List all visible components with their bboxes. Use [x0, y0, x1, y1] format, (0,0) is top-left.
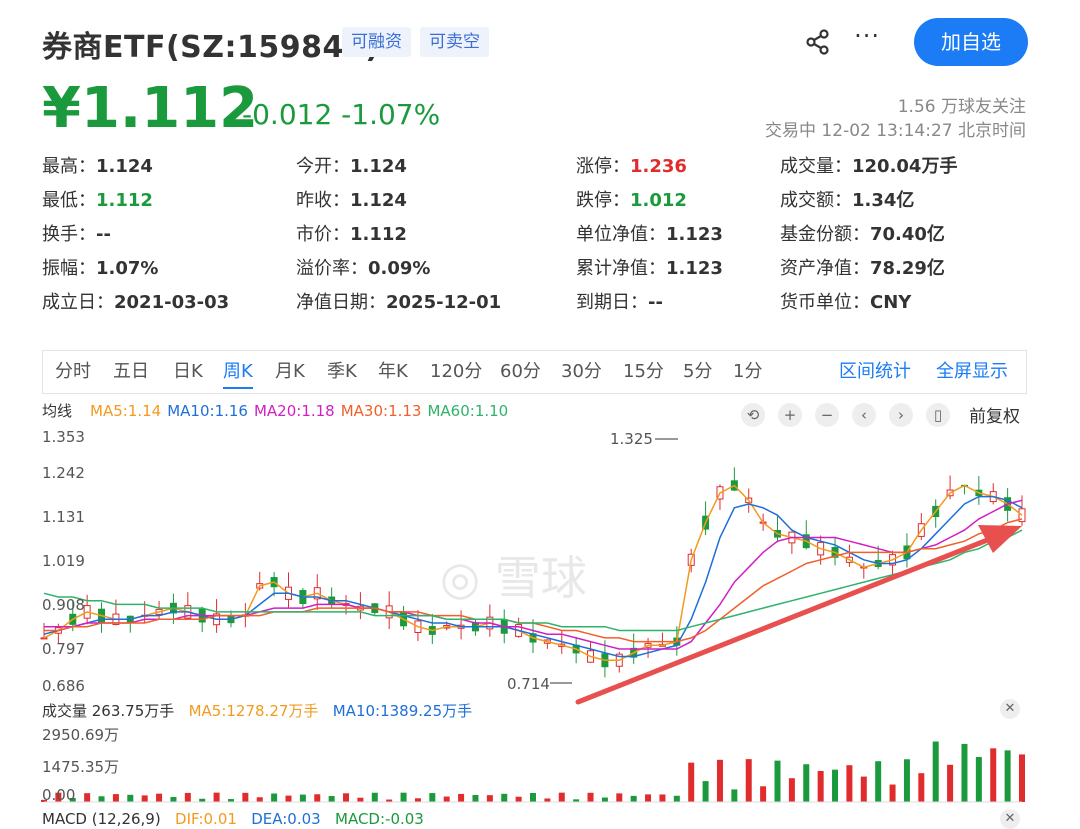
volume-bar: [645, 794, 652, 802]
close-macd-icon[interactable]: ✕: [1000, 809, 1020, 829]
y-tick-label: 0.686: [42, 677, 85, 695]
volume-bar: [544, 798, 551, 802]
volume-bar: [501, 793, 508, 802]
y-tick-label: 1.131: [42, 508, 85, 526]
volume-bar: [702, 781, 709, 802]
volume-bar: [458, 793, 465, 802]
volume-bar: [947, 764, 954, 802]
volume-bar: [990, 748, 997, 802]
y-tick-label: 1.019: [42, 552, 85, 570]
volume-bar: [400, 792, 407, 802]
volume-bar: [429, 793, 436, 802]
volume-bar: [932, 741, 939, 802]
volume-bar: [486, 795, 493, 802]
volume-bar: [659, 794, 666, 802]
volume-bar: [788, 778, 795, 802]
volume-bar: [630, 795, 637, 802]
volume-legend: 成交量 263.75万手 MA5:1278.27万手 MA10:1389.25万…: [42, 700, 472, 721]
volume-bar: [98, 796, 105, 802]
volume-bar: [716, 759, 723, 802]
macd-value: MACD:-0.03: [335, 810, 424, 828]
macd-legend: MACD (12,26,9) DIF:0.01 DEA:0.03 MACD:-0…: [42, 810, 424, 828]
volume-bar: [256, 797, 263, 802]
volume-label: 成交量 263.75万手: [42, 702, 175, 720]
trend-arrow: [575, 534, 998, 705]
volume-bar: [443, 796, 450, 802]
volume-bar: [371, 792, 378, 802]
volume-bar: [558, 792, 565, 802]
volume-bar: [760, 786, 767, 802]
volume-bar: [271, 793, 278, 802]
volume-bar: [299, 794, 306, 802]
volume-bar: [328, 796, 335, 802]
low-annotation: 0.714: [507, 675, 550, 693]
y-tick-label: 1.242: [42, 464, 85, 482]
volume-bar: [285, 795, 292, 802]
macd-dif: DIF:0.01: [175, 810, 237, 828]
volume-bar: [903, 759, 910, 802]
volume-bar: [1004, 750, 1011, 802]
volume-bar: [889, 784, 896, 802]
volume-bar: [314, 794, 321, 802]
y-tick-label: 0.797: [42, 640, 85, 658]
volume-bar: [343, 793, 350, 802]
volume-bar: [616, 793, 623, 802]
volume-bar: [688, 762, 695, 802]
y-tick-label: 0.908: [42, 596, 85, 614]
volume-bar: [918, 773, 925, 802]
volume-bar: [112, 794, 119, 802]
y-tick-label: 1.353: [42, 428, 85, 446]
volume-bar: [975, 757, 982, 802]
volume-bar: [127, 794, 134, 802]
volume-bar: [472, 795, 479, 802]
volume-y-tick: 1475.35万: [42, 758, 120, 776]
volume-bar: [530, 793, 536, 802]
volume-y-tick: 2950.69万: [42, 726, 120, 744]
volume-bar: [156, 793, 163, 802]
volume-bar: [731, 789, 738, 802]
volume-bar: [601, 797, 608, 802]
volume-bar: [184, 792, 191, 802]
volume-bar: [141, 795, 148, 802]
volume-bar: [170, 796, 177, 802]
macd-label: MACD (12,26,9): [42, 810, 161, 828]
volume-bar: [961, 743, 968, 802]
volume-bar: [242, 792, 249, 802]
volume-ma10: MA10:1389.25万手: [332, 702, 473, 720]
volume-bar: [673, 795, 680, 802]
volume-bar: [84, 793, 91, 802]
volume-bar: [414, 798, 421, 802]
candle-body: [40, 637, 48, 640]
volume-bar: [515, 796, 522, 802]
volume-bar: [1019, 754, 1025, 802]
volume-bar: [832, 769, 839, 802]
volume-bar: [213, 792, 220, 802]
volume-y-tick: 0.00: [42, 786, 76, 804]
macd-dea: DEA:0.03: [251, 810, 321, 828]
volume-bar: [875, 761, 882, 802]
close-volume-icon[interactable]: ✕: [1000, 699, 1020, 719]
volume-bar: [860, 776, 867, 802]
volume-ma5: MA5:1278.27万手: [188, 702, 319, 720]
volume-bar: [587, 792, 594, 802]
volume-bar: [774, 760, 781, 802]
volume-bar: [745, 759, 752, 802]
volume-bar: [357, 797, 364, 802]
watermark-logo: ◎ 雪球: [440, 551, 587, 605]
volume-bar: [846, 765, 853, 802]
volume-bar: [817, 770, 824, 802]
high-annotation: 1.325: [610, 430, 653, 448]
volume-bar: [803, 764, 810, 802]
